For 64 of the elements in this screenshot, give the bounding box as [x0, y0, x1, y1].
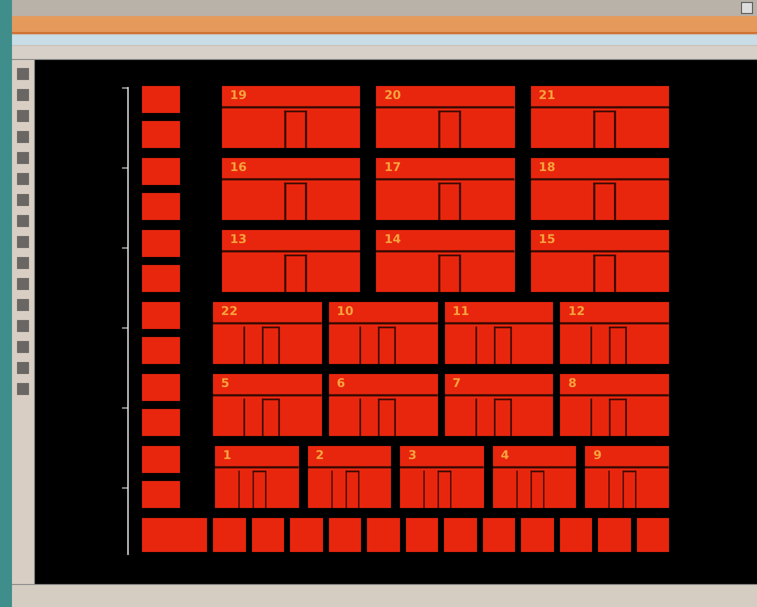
cell-block	[290, 518, 322, 552]
block-label: 4	[500, 447, 510, 464]
cell-block	[142, 518, 207, 552]
block-label: 3	[407, 447, 418, 464]
block-label: 18	[538, 159, 556, 176]
block-label: 7	[452, 375, 462, 392]
cell-block	[142, 481, 180, 508]
tool-icon[interactable]	[17, 236, 29, 248]
cell-block	[213, 518, 246, 552]
cell-block	[142, 302, 180, 329]
tool-icon[interactable]	[17, 257, 29, 269]
cell-block	[142, 121, 180, 148]
block-label: 8	[567, 375, 578, 392]
block-label: 17	[383, 159, 402, 176]
tool-icon[interactable]	[17, 194, 29, 206]
cell-block	[560, 518, 592, 552]
cell-block	[142, 230, 180, 257]
tool-icon[interactable]	[17, 299, 29, 311]
block-label: 19	[229, 87, 248, 104]
block-label: 1	[222, 447, 232, 464]
block-label: 14	[383, 231, 402, 248]
block-label: 12	[567, 303, 586, 320]
block-label: 15	[538, 231, 556, 248]
cell-block	[252, 518, 284, 552]
block-label: 5	[220, 375, 230, 392]
cell-block	[142, 374, 180, 401]
tool-icon[interactable]	[17, 152, 29, 164]
cell-block	[142, 265, 180, 292]
cell-block	[142, 158, 180, 185]
cell-block	[142, 446, 180, 473]
tool-icon[interactable]	[17, 131, 29, 143]
cell-block	[142, 86, 180, 113]
cell-block	[636, 518, 669, 552]
cell-block	[406, 518, 438, 552]
block-label: 11	[452, 303, 470, 320]
block-label: 10	[336, 303, 354, 320]
tool-icon[interactable]	[17, 341, 29, 353]
tool-icon[interactable]	[17, 362, 29, 374]
cell-block	[444, 518, 476, 552]
cell-block	[142, 337, 180, 364]
block-label: 20	[383, 87, 402, 104]
close-button[interactable]	[741, 2, 753, 14]
block-label: 2	[314, 447, 325, 464]
tool-icon[interactable]	[17, 173, 29, 185]
tool-icon[interactable]	[17, 383, 29, 395]
cell-block	[142, 409, 180, 436]
tool-icon[interactable]	[17, 68, 29, 80]
tool-icon[interactable]	[17, 215, 29, 227]
cell-block	[142, 193, 180, 220]
cell-block	[598, 518, 630, 552]
block-label: 22	[220, 303, 239, 320]
cell-block	[521, 518, 554, 552]
block-label: 16	[229, 159, 248, 176]
tool-icon[interactable]	[17, 278, 29, 290]
block-label: 6	[336, 375, 346, 392]
tool-icon[interactable]	[17, 110, 29, 122]
cell-block	[367, 518, 400, 552]
block-label: 13	[229, 231, 248, 248]
tool-icon[interactable]	[17, 320, 29, 332]
cell-block	[482, 518, 515, 552]
block-label: 9	[592, 447, 603, 464]
block-label: 21	[538, 87, 556, 104]
cell-block	[328, 518, 361, 552]
tool-icon[interactable]	[17, 89, 29, 101]
